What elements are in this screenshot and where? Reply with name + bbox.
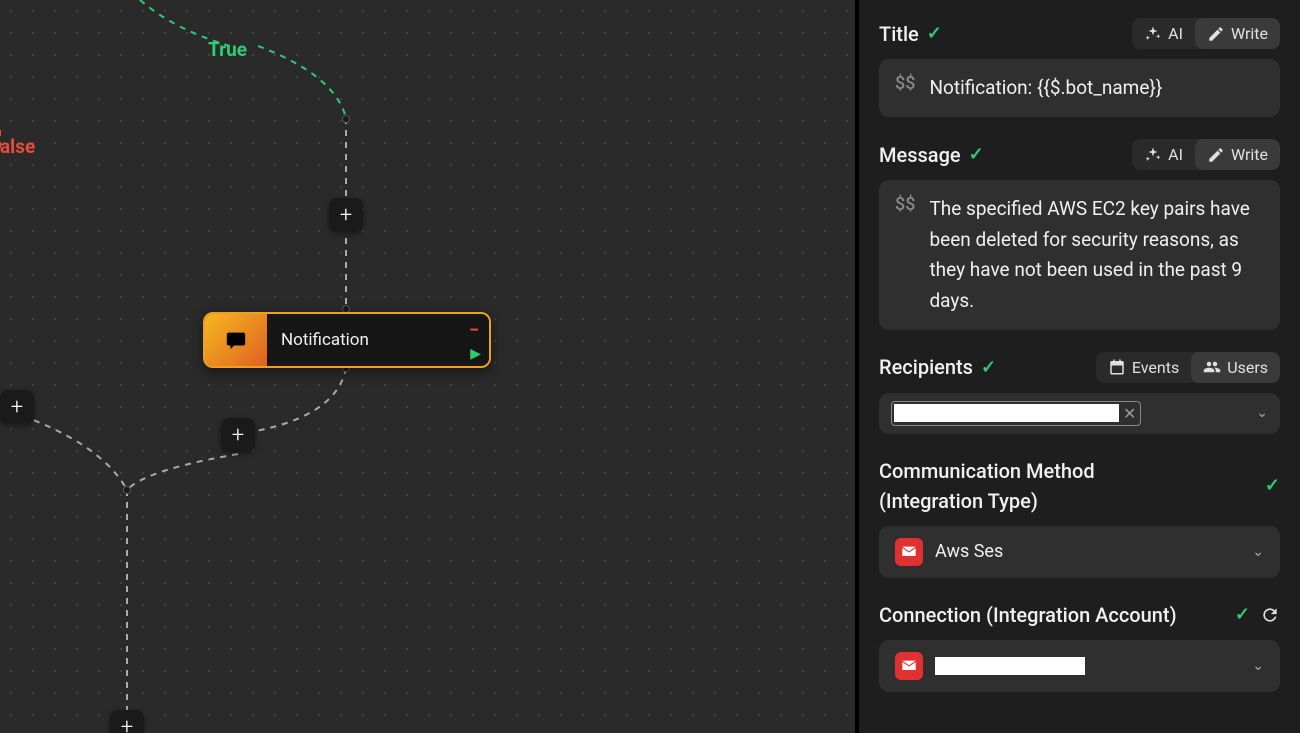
template-prefix: $$ [895, 194, 915, 215]
check-icon: ✓ [981, 357, 996, 378]
chevron-down-icon: ⌄ [1256, 405, 1268, 421]
workflow-canvas[interactable]: True alse + + + + Notification − ▶ [0, 0, 855, 733]
template-prefix: $$ [895, 73, 915, 94]
title-field-label: Title [879, 22, 919, 46]
message-input[interactable]: $$ The specified AWS EC2 key pairs have … [879, 180, 1280, 330]
add-node-button[interactable]: + [110, 710, 144, 733]
minus-icon[interactable]: − [469, 320, 479, 341]
notification-node-title: Notification [281, 330, 369, 350]
notification-node[interactable]: Notification − ▶ [203, 312, 491, 368]
remove-tag-icon[interactable]: ✕ [1123, 404, 1136, 423]
recipients-select[interactable]: ✕ ⌄ [879, 393, 1280, 434]
connection-dot[interactable] [342, 115, 350, 123]
aws-ses-icon [895, 652, 923, 680]
add-node-button[interactable]: + [221, 418, 255, 452]
chevron-down-icon: ⌄ [1252, 658, 1264, 674]
pencil-icon [1207, 146, 1225, 164]
connection-select[interactable]: ⌄ [879, 640, 1280, 692]
calendar-icon [1108, 358, 1126, 376]
sparkle-icon [1144, 25, 1162, 43]
chevron-down-icon: ⌄ [1252, 544, 1264, 560]
check-icon: ✓ [1265, 475, 1280, 496]
add-node-button[interactable]: + [329, 198, 363, 232]
ai-button[interactable]: AI [1132, 18, 1195, 49]
users-icon [1203, 358, 1221, 376]
message-mode-toggle: AI Write [1132, 139, 1280, 170]
pencil-icon [1207, 25, 1225, 43]
title-mode-toggle: AI Write [1132, 18, 1280, 49]
check-icon: ✓ [1235, 604, 1250, 625]
comm-method-field-label: Communication Method (Integration Type) [879, 456, 1179, 516]
comm-method-value: Aws Ses [935, 541, 1003, 562]
connection-value-masked [935, 657, 1085, 675]
message-value: The specified AWS EC2 key pairs have bee… [929, 194, 1264, 316]
add-node-button[interactable]: + [0, 390, 34, 424]
refresh-icon[interactable] [1260, 605, 1280, 625]
message-field-label: Message [879, 143, 961, 167]
play-icon[interactable]: ▶ [470, 346, 481, 362]
write-button[interactable]: Write [1195, 18, 1280, 49]
recipients-mode-toggle: Events Users [1096, 352, 1280, 383]
recipient-value-masked [894, 404, 1119, 422]
connection-dot[interactable] [123, 486, 131, 494]
users-button[interactable]: Users [1191, 352, 1280, 383]
ai-button[interactable]: AI [1132, 139, 1195, 170]
events-button[interactable]: Events [1096, 352, 1191, 383]
speech-bubble-icon [225, 329, 247, 351]
aws-ses-icon [895, 538, 923, 566]
connection-field-label: Connection (Integration Account) [879, 600, 1177, 630]
notification-node-body: Notification − ▶ [267, 314, 489, 366]
comm-method-select[interactable]: Aws Ses ⌄ [879, 526, 1280, 578]
title-input[interactable]: $$ Notification: {{$.bot_name}} [879, 59, 1280, 117]
title-value: Notification: {{$.bot_name}} [929, 73, 1264, 103]
branch-true-label: True [208, 38, 247, 61]
sparkle-icon [1144, 146, 1162, 164]
check-icon: ✓ [969, 144, 984, 165]
notification-node-icon-area [205, 314, 267, 366]
check-icon: ✓ [927, 23, 942, 44]
properties-panel: Title ✓ AI Write $$ Notification: {{$.bo… [859, 0, 1300, 733]
recipient-tag[interactable]: ✕ [891, 401, 1141, 426]
recipients-field-label: Recipients [879, 355, 973, 379]
write-button[interactable]: Write [1195, 139, 1280, 170]
branch-false-label: alse [0, 135, 35, 158]
